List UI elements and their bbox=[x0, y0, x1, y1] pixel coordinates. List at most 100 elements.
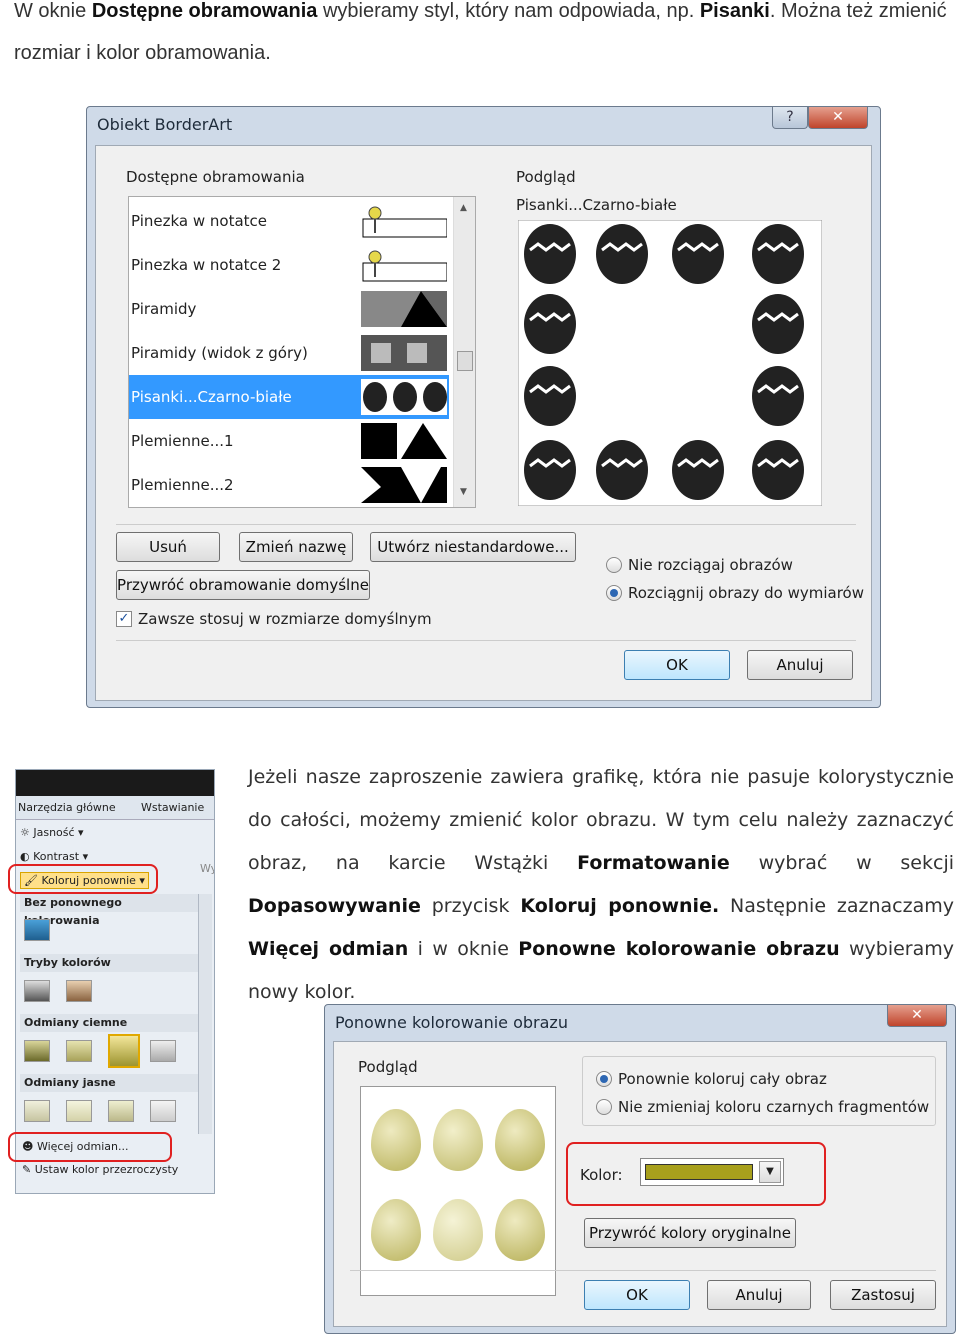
recolor-whole-radio[interactable]: Ponownie koloruj cały obraz bbox=[596, 1070, 827, 1088]
brightness-button[interactable]: ☼ Jasność ▾ bbox=[20, 826, 84, 839]
list-item[interactable]: Plemienne...1 bbox=[129, 419, 449, 463]
available-borders-label: Dostępne obramowania bbox=[126, 168, 305, 186]
thumb-light-2[interactable] bbox=[66, 1100, 92, 1122]
ribbon-tabs: Narzędzia główne Wstawianie bbox=[16, 796, 214, 820]
brightness-label: Jasność bbox=[33, 826, 75, 839]
contrast-button[interactable]: ◐ Kontrast ▾ bbox=[20, 850, 88, 863]
preview-label: Podgląd bbox=[516, 168, 576, 186]
radio-off-icon[interactable] bbox=[596, 1099, 612, 1115]
divider bbox=[350, 1270, 936, 1271]
egg-image bbox=[495, 1109, 545, 1171]
list-item-label: Pinezka w notatce 2 bbox=[131, 256, 282, 274]
apply-button[interactable]: Zastosuj bbox=[830, 1280, 936, 1310]
thumb-grayscale[interactable] bbox=[24, 980, 50, 1002]
radio-label: Rozciągnij obrazy do wymiarów bbox=[628, 584, 864, 602]
highlight-more-variants bbox=[8, 1132, 172, 1162]
thumb-light-1[interactable] bbox=[24, 1100, 50, 1122]
cancel-button[interactable]: Anuluj bbox=[747, 650, 853, 680]
restore-colors-button[interactable]: Przywróć kolory oryginalne bbox=[584, 1218, 796, 1248]
egg-image bbox=[371, 1199, 421, 1261]
list-item[interactable]: Piramidy bbox=[129, 287, 449, 331]
create-custom-button[interactable]: Utwórz niestandardowe... bbox=[370, 532, 576, 562]
scroll-down-icon[interactable]: ▼ bbox=[460, 487, 467, 497]
egg-image bbox=[433, 1199, 483, 1261]
ribbon-quick-access bbox=[16, 770, 214, 796]
thumb-light-4[interactable] bbox=[150, 1100, 176, 1122]
tribal-swatch bbox=[361, 423, 447, 459]
checkmark-icon[interactable]: ✓ bbox=[116, 611, 132, 627]
list-item-label: Piramidy (widok z góry) bbox=[131, 344, 308, 362]
radio-label: Nie zmieniaj koloru czarnych fragmentów bbox=[618, 1098, 930, 1116]
always-default-checkbox[interactable]: ✓ Zawsze stosuj w rozmiarze domyślnym bbox=[116, 610, 432, 628]
borders-list[interactable]: Pinezka w notatce Pinezka w notatce 2 Pi… bbox=[128, 196, 476, 508]
thumb-dark-2[interactable] bbox=[66, 1040, 92, 1062]
list-item-label: Plemienne...2 bbox=[131, 476, 234, 494]
pyramid-top-swatch bbox=[361, 335, 447, 371]
para-text: i w oknie bbox=[408, 938, 519, 960]
list-item-label: Plemienne...1 bbox=[131, 432, 234, 450]
eggs-swatch bbox=[361, 379, 447, 415]
ok-button[interactable]: OK bbox=[624, 650, 730, 680]
set-transparent-item[interactable]: ✎ Ustaw kolor przezroczysty bbox=[22, 1163, 178, 1176]
highlight-recolor bbox=[8, 864, 158, 894]
keep-black-radio[interactable]: Nie zmieniaj koloru czarnych fragmentów bbox=[596, 1098, 929, 1116]
close-button[interactable]: ✕ bbox=[887, 1005, 947, 1027]
thumb-dark-4[interactable] bbox=[150, 1040, 176, 1062]
list-item[interactable]: Plemienne...2 bbox=[129, 463, 449, 507]
thumb-dark-1[interactable] bbox=[24, 1040, 50, 1062]
tab-home[interactable]: Narzędzia główne bbox=[18, 801, 116, 814]
rename-button[interactable]: Zmień nazwę bbox=[239, 532, 353, 562]
set-transparent-label: Ustaw kolor przezroczysty bbox=[34, 1163, 179, 1176]
tab-insert[interactable]: Wstawianie bbox=[141, 801, 204, 814]
list-item[interactable]: Pinezka w notatce 2 bbox=[129, 243, 449, 287]
tribal-swatch bbox=[361, 467, 447, 503]
radio-label: Ponownie koloruj cały obraz bbox=[618, 1070, 827, 1088]
list-item[interactable]: Pinezka w notatce bbox=[129, 199, 449, 243]
no-stretch-radio[interactable]: Nie rozciągaj obrazów bbox=[606, 556, 793, 574]
contrast-icon: ◐ bbox=[20, 850, 34, 863]
thumb-dark-3[interactable] bbox=[108, 1034, 140, 1068]
dialog-title: Ponowne kolorowanie obrazu bbox=[335, 1013, 568, 1032]
checkbox-label: Zawsze stosuj w rozmiarze domyślnym bbox=[138, 610, 432, 628]
para-text: przycisk bbox=[420, 895, 521, 917]
light-variants-header: Odmiany jasne bbox=[20, 1074, 198, 1092]
close-button[interactable]: ✕ bbox=[808, 107, 868, 129]
list-item-label: Pisanki...Czarno-białe bbox=[131, 388, 292, 406]
divider bbox=[116, 640, 856, 641]
scroll-thumb[interactable] bbox=[457, 351, 473, 371]
thumb-original[interactable] bbox=[24, 919, 50, 941]
thumb-light-3[interactable] bbox=[108, 1100, 134, 1122]
thumb-sepia[interactable] bbox=[66, 980, 92, 1002]
highlight-color-picker bbox=[566, 1142, 826, 1206]
dialog-title: Obiekt BorderArt bbox=[97, 115, 233, 134]
preview-name: Pisanki...Czarno-białe bbox=[516, 196, 677, 214]
list-item-selected[interactable]: Pisanki...Czarno-białe bbox=[129, 375, 449, 419]
contrast-label: Kontrast bbox=[33, 850, 80, 863]
cancel-button[interactable]: Anuluj bbox=[707, 1280, 811, 1310]
para-bold: Koloruj ponownie. bbox=[520, 895, 720, 917]
stretch-radio[interactable]: Rozciągnij obrazy do wymiarów bbox=[606, 584, 864, 602]
border-preview bbox=[518, 220, 822, 506]
para-bold: Dopasowywanie bbox=[248, 895, 421, 917]
restore-default-border-button[interactable]: Przywróć obramowanie domyślne bbox=[116, 570, 370, 600]
recolor-paragraph: Jeżeli nasze zaproszenie zawiera grafikę… bbox=[248, 756, 954, 1014]
intro-bold-2: Pisanki bbox=[699, 0, 770, 22]
list-item[interactable]: Piramidy (widok z góry) bbox=[129, 331, 449, 375]
borderart-dialog: Obiekt BorderArt ? ✕ Dostępne obramowani… bbox=[86, 106, 881, 708]
intro-bold-1: Dostępne obramowania bbox=[91, 0, 318, 22]
radio-on-icon[interactable] bbox=[606, 585, 622, 601]
no-recolor-header: Bez ponownego kolorowania bbox=[20, 894, 198, 927]
list-scrollbar[interactable]: ▲ ▼ bbox=[453, 197, 475, 507]
para-text: wybrać w sekcji bbox=[729, 852, 955, 874]
color-modes-header: Tryby kolorów bbox=[20, 954, 198, 972]
ribbon-recolor-menu: Narzędzia główne Wstawianie ☼ Jasność ▾ … bbox=[15, 769, 215, 1194]
gallery-scrollbar[interactable] bbox=[198, 894, 212, 1134]
recolor-preview bbox=[360, 1086, 556, 1296]
ok-button[interactable]: OK bbox=[584, 1280, 690, 1310]
help-button[interactable]: ? bbox=[772, 107, 808, 129]
radio-off-icon[interactable] bbox=[606, 557, 622, 573]
scroll-up-icon[interactable]: ▲ bbox=[460, 203, 467, 213]
dialog-body: Dostępne obramowania Pinezka w notatce P… bbox=[95, 145, 872, 701]
radio-on-icon[interactable] bbox=[596, 1071, 612, 1087]
delete-button[interactable]: Usuń bbox=[116, 532, 220, 562]
